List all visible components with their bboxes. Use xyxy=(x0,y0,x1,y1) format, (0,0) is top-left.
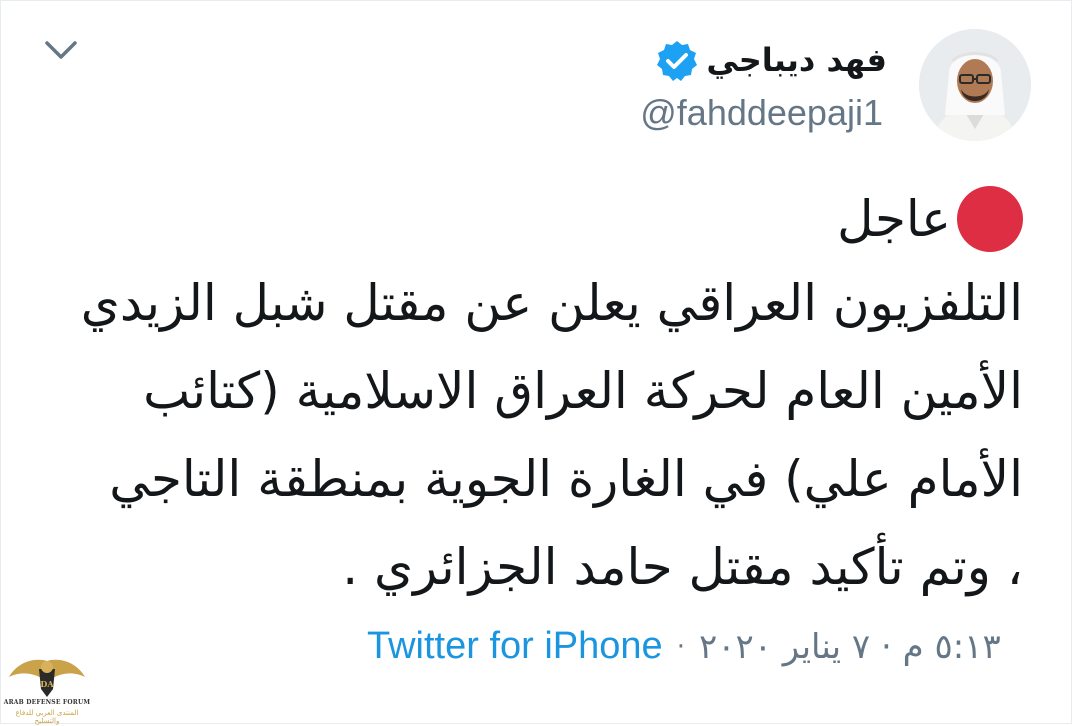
tweet-text-line: التلفزيون العراقي يعلن عن مقتل شبل الزيد… xyxy=(80,274,1023,332)
tweet-meta: Twitter for iPhone · ٥:١٣ م · ٧ يناير ٢٠… xyxy=(367,625,1001,668)
chevron-down-icon[interactable] xyxy=(41,35,81,65)
tweet-text: التلفزيون العراقي يعلن عن مقتل شبل الزيد… xyxy=(23,259,1023,611)
avatar[interactable] xyxy=(919,29,1031,141)
watermark-logo: DA ARAB DEFENSE FORUM المنتدى العربي للد… xyxy=(3,651,91,726)
author-display-name[interactable]: فهد ديباجي xyxy=(706,41,887,79)
red-circle-icon xyxy=(957,186,1023,252)
tweet-source-link[interactable]: Twitter for iPhone xyxy=(367,625,663,668)
verified-badge-icon xyxy=(657,41,697,81)
tweet-timestamp[interactable]: ٥:١٣ م · ٧ يناير ٢٠٢٠ xyxy=(699,627,1001,667)
urgent-line: عاجل xyxy=(23,171,1023,267)
eagle-emblem-icon: DA xyxy=(9,659,85,697)
tweet-text-line: الأمين العام لحركة العراق الاسلامية (كتا… xyxy=(143,362,1023,420)
meta-separator: · xyxy=(676,631,685,662)
tweet-text-line: ، وتم تأكيد مقتل حامد الجزائري . xyxy=(342,538,1023,596)
svg-text:DA: DA xyxy=(40,679,54,689)
tweet-text-line: الأمام علي) في الغارة الجوية بمنطقة التا… xyxy=(109,450,1023,508)
author-handle[interactable]: @fahddeepaji1 xyxy=(640,91,883,134)
tweet-card: فهد ديباجي @fahddeepaji1 عاجل التلفزيون … xyxy=(0,0,1072,726)
tweet-body: عاجل التلفزيون العراقي يعلن عن مقتل شبل … xyxy=(23,171,1023,611)
watermark-text-en: ARAB DEFENSE FORUM xyxy=(3,699,91,706)
urgent-label: عاجل xyxy=(837,190,951,248)
watermark-text-ar: المنتدى العربي للدفاع والتسليح xyxy=(15,709,79,725)
avatar-image xyxy=(919,29,1031,141)
